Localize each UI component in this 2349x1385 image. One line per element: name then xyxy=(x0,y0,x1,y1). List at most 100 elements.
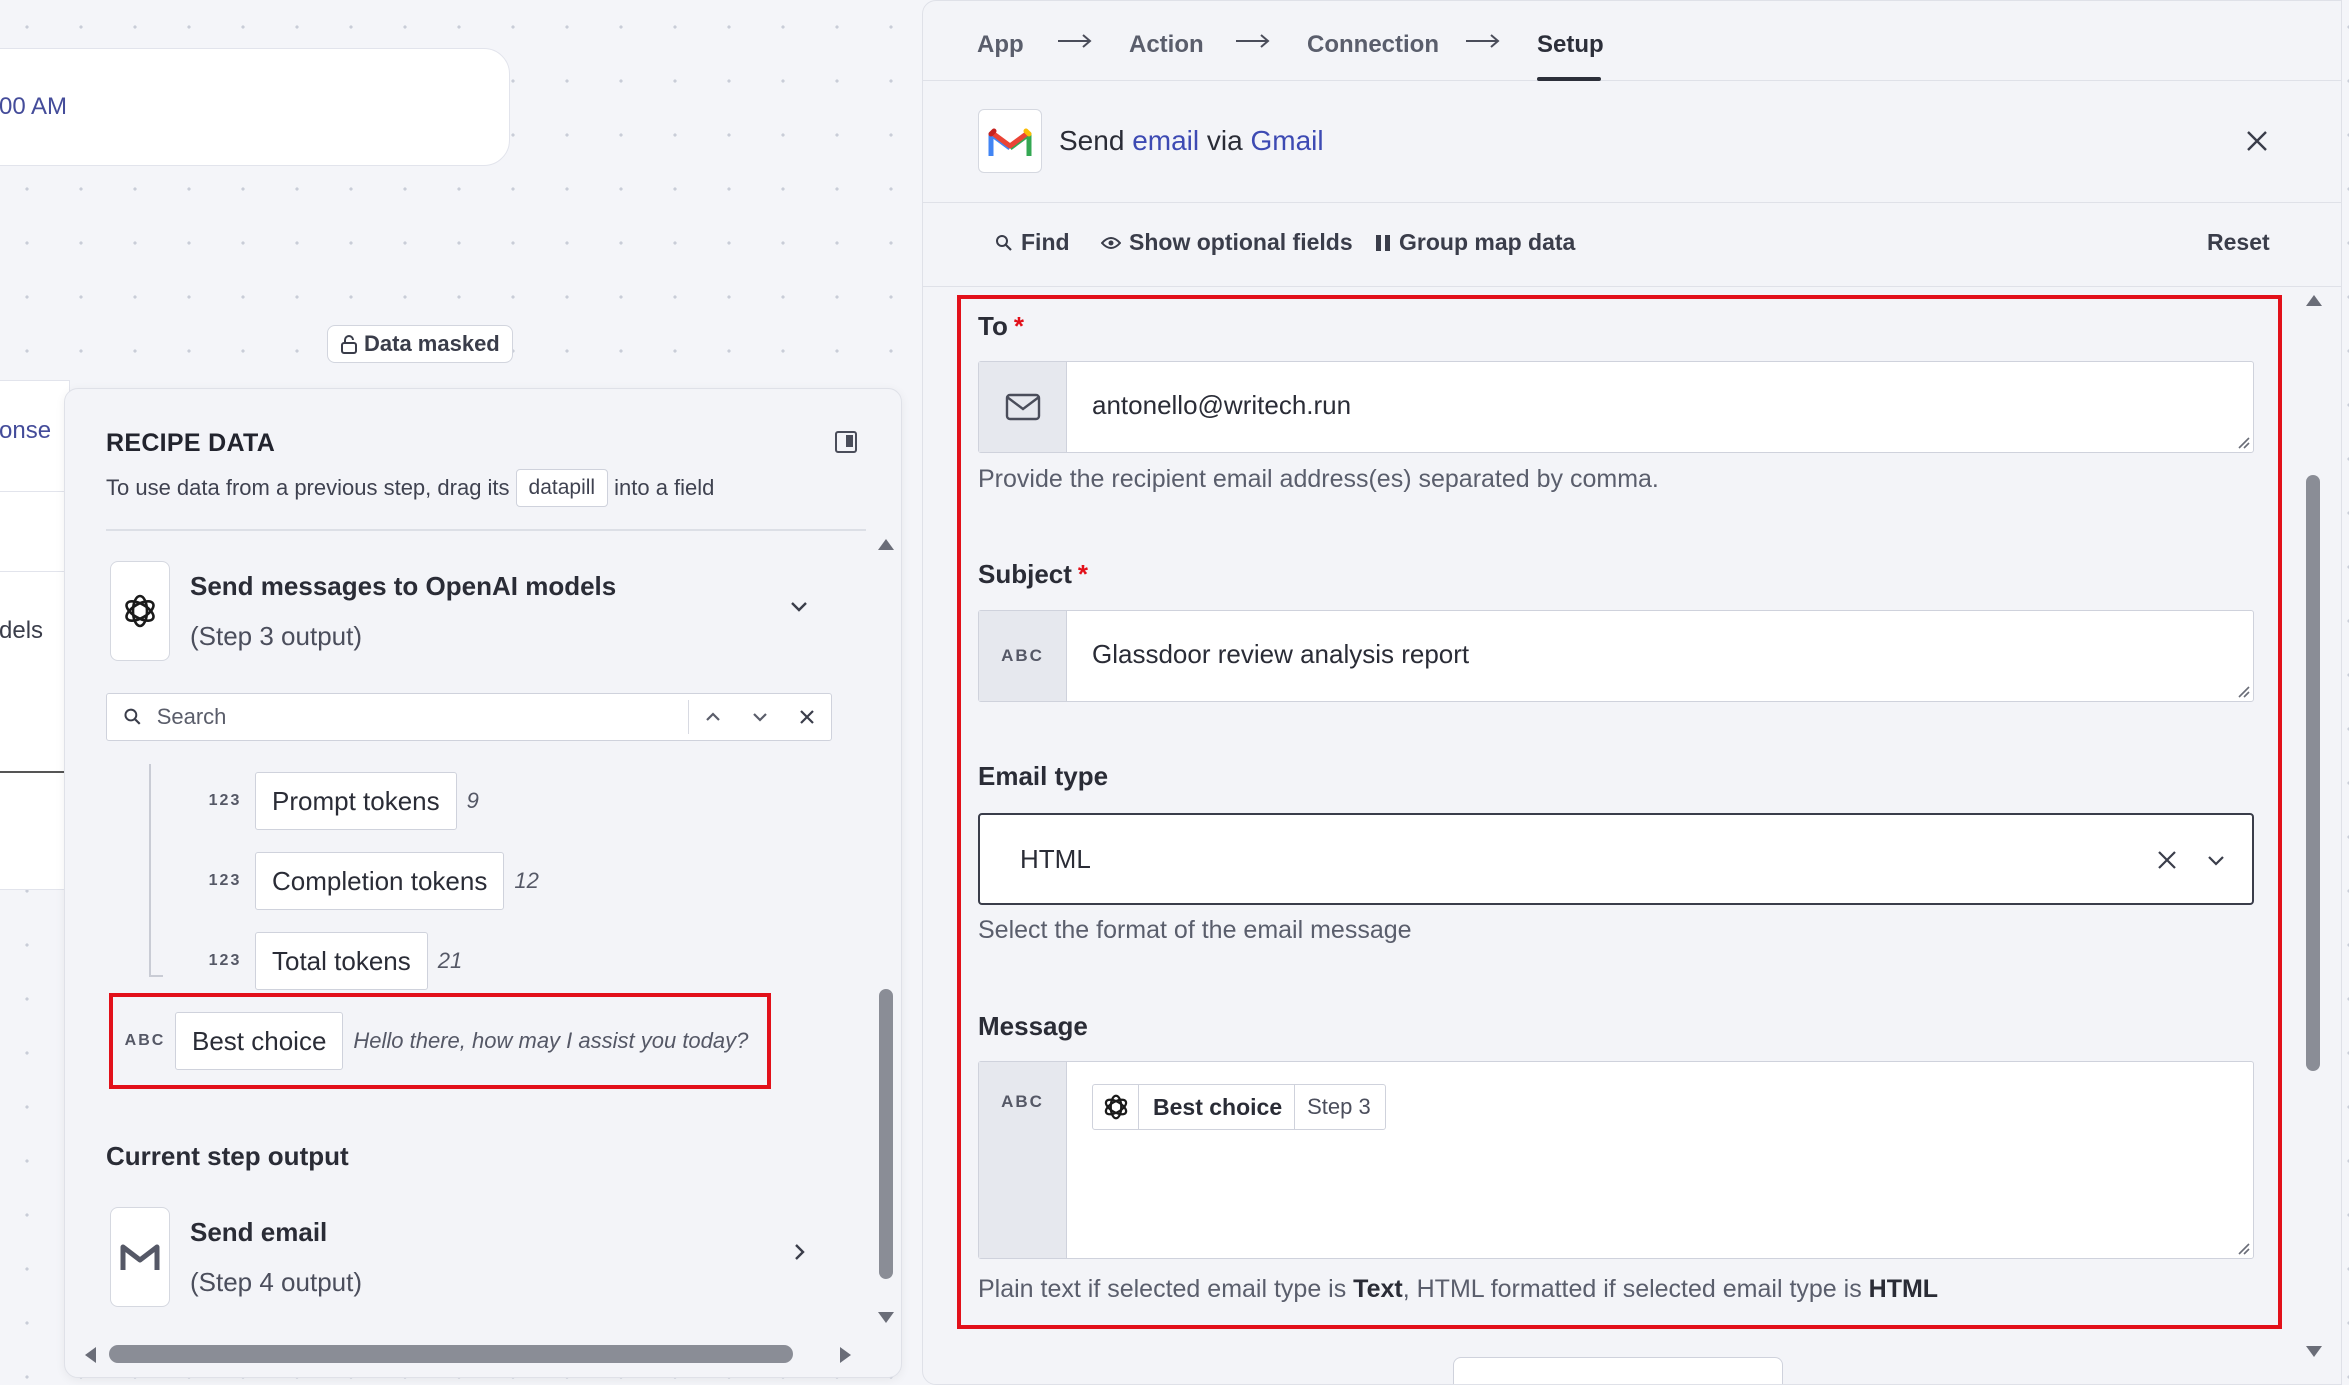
resize-handle-icon[interactable] xyxy=(2236,1241,2250,1255)
action-title: Send email via Gmail xyxy=(1059,125,1324,156)
wizard-step-app[interactable]: App xyxy=(977,31,1024,59)
step-4-output-header[interactable]: Send email (Step 4 output) xyxy=(110,1207,810,1307)
wizard-steps: App Action Connection Setup xyxy=(923,1,2341,81)
resize-handle-icon[interactable] xyxy=(2236,435,2250,449)
panel-dock-icon[interactable] xyxy=(835,431,857,453)
email-type-help: Select the format of the email message xyxy=(978,916,1412,944)
wizard-step-action[interactable]: Action xyxy=(1129,31,1204,59)
recipe-search xyxy=(106,693,832,741)
arrow-right-icon xyxy=(1236,34,1270,48)
message-label: Message xyxy=(978,1011,1088,1041)
to-value: antonello@writech.run xyxy=(1092,390,1352,420)
group-icon xyxy=(1376,234,1390,251)
eye-icon xyxy=(1101,236,1121,249)
chevron-down-icon[interactable] xyxy=(737,694,784,740)
find-button[interactable]: Find xyxy=(995,229,1070,256)
field-toolbar: Find Show optional fields Group map data… xyxy=(923,203,2341,287)
email-type-side xyxy=(979,362,1067,452)
arrow-right-icon xyxy=(1466,34,1500,48)
gmail-icon xyxy=(110,1207,170,1307)
chevron-down-icon[interactable] xyxy=(2206,851,2226,869)
step-3-output-header[interactable]: Send messages to OpenAI models (Step 3 o… xyxy=(110,561,810,661)
number-type-label: 123 xyxy=(208,872,242,889)
scroll-right-arrow-icon[interactable] xyxy=(839,1346,853,1364)
list-item: 123 Prompt tokens 9 xyxy=(203,772,479,830)
number-type-label: 123 xyxy=(208,792,242,809)
search-icon xyxy=(124,708,141,725)
step-3-name: Send messages to OpenAI models xyxy=(190,571,617,601)
gmail-logo-icon xyxy=(978,109,1042,173)
chevron-down-icon[interactable] xyxy=(788,595,810,617)
scroll-up-arrow-icon[interactable] xyxy=(2305,293,2323,307)
scroll-left-arrow-icon[interactable] xyxy=(83,1346,97,1364)
current-step-output-title: Current step output xyxy=(106,1141,349,1171)
close-icon[interactable] xyxy=(2245,129,2269,153)
search-icon xyxy=(996,234,1012,251)
email-type-value: HTML xyxy=(1020,844,1091,874)
action-link[interactable]: email xyxy=(1132,125,1199,156)
email-type-label: Email type xyxy=(978,761,1109,791)
recipe-vertical-scrollbar[interactable] xyxy=(875,537,895,1327)
pill-sample-value: 9 xyxy=(466,788,479,813)
chevron-up-icon[interactable] xyxy=(689,694,736,740)
wizard-step-connection[interactable]: Connection xyxy=(1307,31,1439,59)
email-type-select[interactable]: HTML xyxy=(978,813,2254,905)
scroll-down-arrow-icon[interactable] xyxy=(877,1311,895,1325)
setup-scroll-thumb[interactable] xyxy=(2306,475,2320,1071)
chevron-right-icon[interactable] xyxy=(788,1241,810,1263)
app-link[interactable]: Gmail xyxy=(1250,125,1323,156)
data-masked-badge: Data masked xyxy=(327,325,513,363)
data-masked-label: Data masked xyxy=(364,331,500,356)
step-3-output-label: (Step 3 output) xyxy=(190,621,362,651)
setup-panel: App Action Connection Setup Send email v… xyxy=(922,0,2342,1385)
canvas-trigger-card[interactable]: 00 AM xyxy=(0,48,510,166)
best-choice-highlight xyxy=(109,993,771,1089)
openai-icon xyxy=(110,561,170,661)
canvas-response-fragment: onse xyxy=(0,417,52,444)
openai-icon xyxy=(1093,1085,1139,1129)
recipe-horizontal-scroll-thumb[interactable] xyxy=(109,1345,793,1363)
show-optional-fields-button[interactable]: Show optional fields xyxy=(1101,229,1353,256)
subject-label: Subject * xyxy=(978,559,1089,589)
step-4-name: Send email xyxy=(190,1217,328,1247)
pill-sample-value: 21 xyxy=(437,948,463,973)
scroll-up-arrow-icon[interactable] xyxy=(877,537,895,551)
completion-tokens-pill[interactable]: Completion tokens xyxy=(255,852,505,910)
scroll-down-arrow-icon[interactable] xyxy=(2305,1345,2323,1359)
to-field[interactable]: antonello@writech.run xyxy=(978,361,2254,453)
list-item: 123 Completion tokens 12 xyxy=(203,852,539,910)
message-help: Plain text if selected email type is Tex… xyxy=(978,1275,1939,1303)
subject-field[interactable]: ABC Glassdoor review analysis report xyxy=(978,610,2254,702)
datapill-example: datapill xyxy=(515,469,609,507)
recipe-data-panel: RECIPE DATA To use data from a previous … xyxy=(64,388,902,1378)
arrow-right-icon xyxy=(1058,34,1092,48)
canvas-models-fragment: dels xyxy=(0,617,44,644)
list-item: 123 Total tokens 21 xyxy=(203,932,462,990)
clear-search-icon[interactable] xyxy=(784,694,831,740)
group-map-data-button[interactable]: Group map data xyxy=(1375,229,1575,256)
canvas-step-card[interactable]: onse dels xyxy=(0,380,70,890)
subject-value: Glassdoor review analysis report xyxy=(1092,639,1470,669)
lock-icon xyxy=(341,335,357,354)
datapill-name: Best choice xyxy=(1139,1085,1296,1129)
datapill-step: Step 3 xyxy=(1307,1094,1371,1119)
bottom-partial-button[interactable] xyxy=(1453,1357,1783,1384)
to-help: Provide the recipient email address(es) … xyxy=(978,465,1659,493)
search-input[interactable] xyxy=(154,703,687,731)
to-label: To * xyxy=(978,311,1024,341)
string-type-side: ABC xyxy=(979,611,1067,701)
envelope-icon xyxy=(1005,393,1040,421)
prompt-tokens-pill[interactable]: Prompt tokens xyxy=(255,772,457,830)
scroll-thumb[interactable] xyxy=(879,989,893,1279)
recipe-data-title: RECIPE DATA xyxy=(106,429,276,457)
message-field[interactable]: ABC Best choice Step 3 xyxy=(978,1061,2254,1259)
reset-button[interactable]: Reset xyxy=(2207,229,2270,256)
action-header: Send email via Gmail xyxy=(923,81,2341,203)
resize-handle-icon[interactable] xyxy=(2236,684,2250,698)
clear-icon[interactable] xyxy=(2156,849,2178,871)
wizard-step-setup[interactable]: Setup xyxy=(1537,31,1604,59)
number-type-label: 123 xyxy=(208,952,242,969)
best-choice-datapill[interactable]: Best choice Step 3 xyxy=(1092,1084,1386,1130)
total-tokens-pill[interactable]: Total tokens xyxy=(255,932,428,990)
string-type-side: ABC xyxy=(979,1062,1067,1258)
